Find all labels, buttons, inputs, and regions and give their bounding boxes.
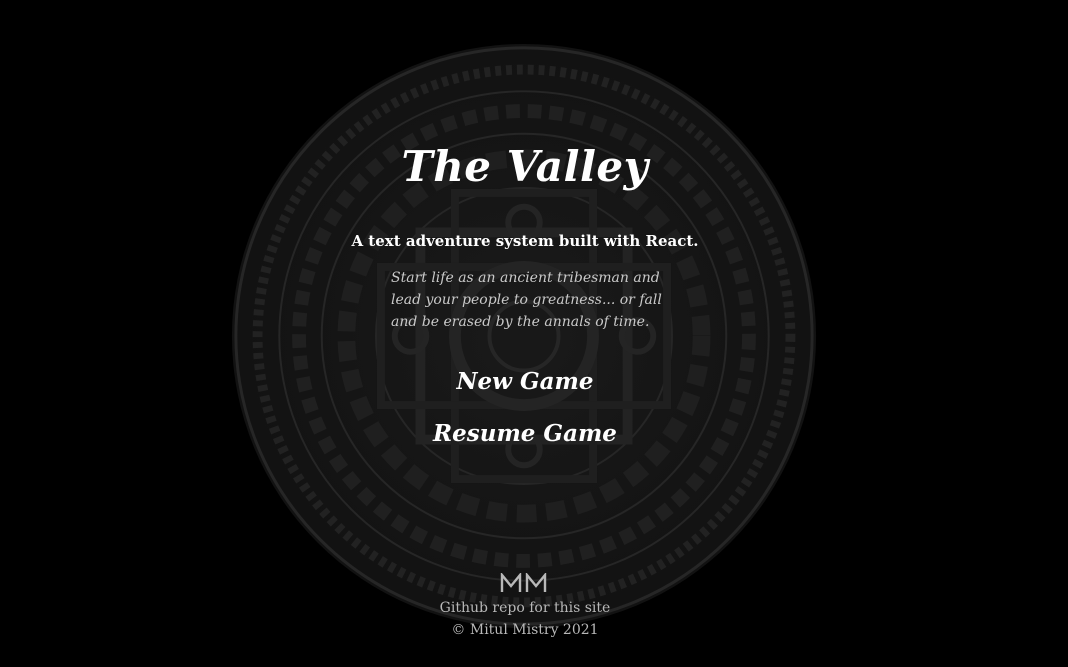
page: The Valley A text adventure system built…: [0, 0, 1068, 667]
main-content: The Valley A text adventure system built…: [0, 0, 1068, 667]
new-game-button[interactable]: New Game: [0, 368, 1050, 395]
mm-logo-icon[interactable]: [500, 573, 548, 593]
github-repo-link[interactable]: Github repo for this site: [0, 600, 1050, 616]
page-subtitle: A text adventure system built with React…: [351, 232, 699, 250]
intro-blurb: Start life as an ancient tribesman and l…: [391, 270, 662, 330]
page-title: The Valley: [401, 142, 649, 191]
resume-game-button[interactable]: Resume Game: [0, 420, 1050, 447]
copyright-text: © Mitul Mistry 2021: [451, 622, 599, 638]
